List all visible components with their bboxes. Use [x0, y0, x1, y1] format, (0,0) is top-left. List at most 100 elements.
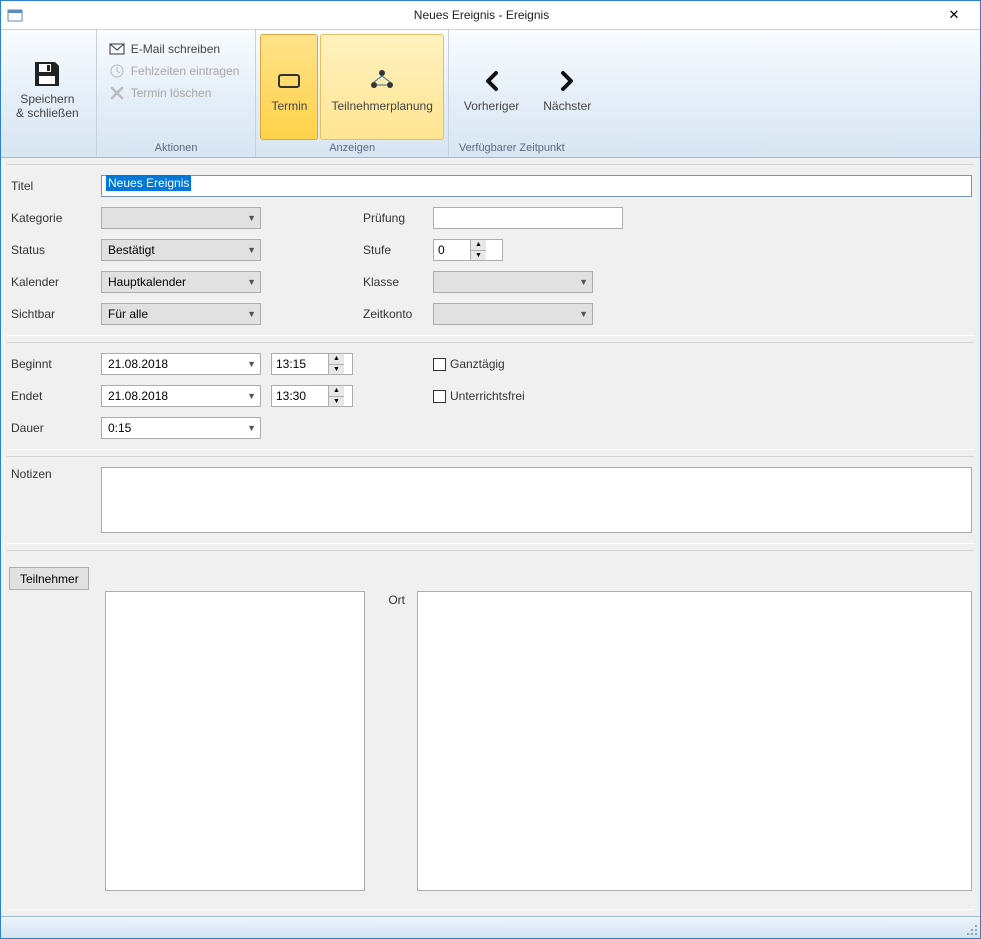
zeitkonto-combo[interactable]: ▼ [433, 303, 593, 325]
resize-grip[interactable] [964, 922, 980, 938]
teilnehmer-btn-label: Teilnehmer [20, 572, 79, 586]
spin-up[interactable]: ▲ [471, 240, 486, 251]
group-label-show: Anzeigen [260, 140, 443, 157]
spin-down[interactable]: ▼ [329, 365, 344, 375]
absences-icon [109, 63, 125, 79]
title-value: Neues Ereignis [106, 175, 191, 191]
chevron-down-icon: ▼ [247, 309, 256, 319]
label-titel: Titel [9, 179, 101, 193]
begin-time-value[interactable] [272, 354, 328, 374]
group-label-save [5, 140, 90, 157]
delete-icon [109, 85, 125, 101]
group-label-actions: Aktionen [101, 140, 252, 157]
label-endet: Endet [9, 389, 101, 403]
label-dauer: Dauer [9, 421, 101, 435]
label-klasse: Klasse [361, 275, 433, 289]
label-kalender: Kalender [9, 275, 101, 289]
chevron-down-icon: ▼ [579, 309, 588, 319]
teilnehmer-listbox[interactable] [105, 591, 365, 891]
chevron-down-icon: ▼ [247, 391, 256, 401]
app-icon [7, 7, 23, 23]
chevron-down-icon: ▼ [579, 277, 588, 287]
tab-termin[interactable]: Termin [260, 34, 318, 140]
dauer-combo[interactable]: 0:15▼ [101, 417, 261, 439]
spin-up[interactable]: ▲ [329, 354, 344, 365]
label-status: Status [9, 243, 101, 257]
spin-up[interactable]: ▲ [329, 386, 344, 397]
absences-label: Fehlzeiten eintragen [131, 64, 240, 78]
title-bar: Neues Ereignis - Ereignis ✕ [1, 1, 980, 30]
block-general: Titel Neues Ereignis Kategorie ▼ Prüfung… [7, 164, 974, 336]
tab-teilnehmerplanung[interactable]: Teilnehmerplanung [320, 34, 443, 140]
dauer-value: 0:15 [108, 421, 247, 435]
label-pruefung: Prüfung [361, 211, 433, 225]
begin-time-spinner[interactable]: ▲▼ [271, 353, 353, 375]
chevron-down-icon: ▼ [247, 423, 256, 433]
label-stufe: Stufe [361, 243, 433, 257]
block-notes: Notizen [7, 456, 974, 544]
save-icon [31, 58, 63, 90]
label-zeitkonto: Zeitkonto [361, 307, 433, 321]
kategorie-combo[interactable]: ▼ [101, 207, 261, 229]
label-notizen: Notizen [9, 467, 101, 481]
status-combo[interactable]: Bestätigt▼ [101, 239, 261, 261]
form-panel: Titel Neues Ereignis Kategorie ▼ Prüfung… [1, 158, 980, 916]
participants-icon [366, 65, 398, 97]
label-ort: Ort [386, 593, 405, 607]
status-bar [1, 916, 980, 938]
stufe-spinner[interactable]: ▲▼ [433, 239, 503, 261]
chevron-down-icon: ▼ [247, 213, 256, 223]
checkbox-box [433, 358, 446, 371]
chevron-down-icon: ▼ [247, 277, 256, 287]
status-value: Bestätigt [108, 243, 247, 257]
kalender-value: Hauptkalender [108, 275, 247, 289]
email-label: E-Mail schreiben [131, 42, 220, 56]
window-title: Neues Ereignis - Ereignis [29, 8, 934, 22]
previous-timeslot-button[interactable]: Vorheriger [453, 34, 530, 140]
chevron-left-icon [476, 65, 508, 97]
pruefung-input[interactable] [433, 207, 623, 229]
begin-date-value: 21.08.2018 [108, 357, 247, 371]
chevron-right-icon [551, 65, 583, 97]
begin-date-combo[interactable]: 21.08.2018▼ [101, 353, 261, 375]
email-icon [109, 41, 125, 57]
spin-down[interactable]: ▼ [329, 397, 344, 407]
save-and-close-button[interactable]: Speichern & schließen [5, 34, 90, 140]
close-button[interactable]: ✕ [934, 1, 974, 29]
next-timeslot-button[interactable]: Nächster [532, 34, 602, 140]
delete-event-button: Termin löschen [103, 82, 246, 104]
noclass-checkbox[interactable]: Unterrichtsfrei [433, 389, 525, 403]
block-participants: Teilnehmer Ort [7, 550, 974, 910]
email-write-button[interactable]: E-Mail schreiben [103, 38, 246, 60]
ribbon: Speichern & schließen E-Mail schreiben F… [1, 30, 980, 158]
notizen-textarea[interactable] [101, 467, 972, 533]
teilnehmer-label: Teilnehmerplanung [331, 99, 432, 113]
label-beginnt: Beginnt [9, 357, 101, 371]
prev-label: Vorheriger [464, 99, 519, 113]
sichtbar-combo[interactable]: Für alle▼ [101, 303, 261, 325]
ort-textarea[interactable] [417, 591, 972, 891]
stufe-value[interactable] [434, 240, 470, 260]
title-input[interactable]: Neues Ereignis [101, 175, 972, 197]
label-sichtbar: Sichtbar [9, 307, 101, 321]
absences-button: Fehlzeiten eintragen [103, 60, 246, 82]
save-close-label: Speichern & schließen [16, 92, 79, 121]
chevron-down-icon: ▼ [247, 245, 256, 255]
sichtbar-value: Für alle [108, 307, 247, 321]
end-date-combo[interactable]: 21.08.2018▼ [101, 385, 261, 407]
block-time: Beginnt 21.08.2018▼ ▲▼ Ganztägig Endet 2… [7, 342, 974, 450]
checkbox-box [433, 390, 446, 403]
noclass-label: Unterrichtsfrei [450, 389, 525, 403]
end-time-spinner[interactable]: ▲▼ [271, 385, 353, 407]
allday-checkbox[interactable]: Ganztägig [433, 357, 505, 371]
group-label-avail: Verfügbarer Zeitpunkt [453, 140, 976, 157]
termin-label: Termin [271, 99, 307, 113]
chevron-down-icon: ▼ [247, 359, 256, 369]
label-kategorie: Kategorie [9, 211, 101, 225]
kalender-combo[interactable]: Hauptkalender▼ [101, 271, 261, 293]
end-time-value[interactable] [272, 386, 328, 406]
end-date-value: 21.08.2018 [108, 389, 247, 403]
klasse-combo[interactable]: ▼ [433, 271, 593, 293]
termin-icon [273, 65, 305, 97]
spin-down[interactable]: ▼ [471, 251, 486, 261]
